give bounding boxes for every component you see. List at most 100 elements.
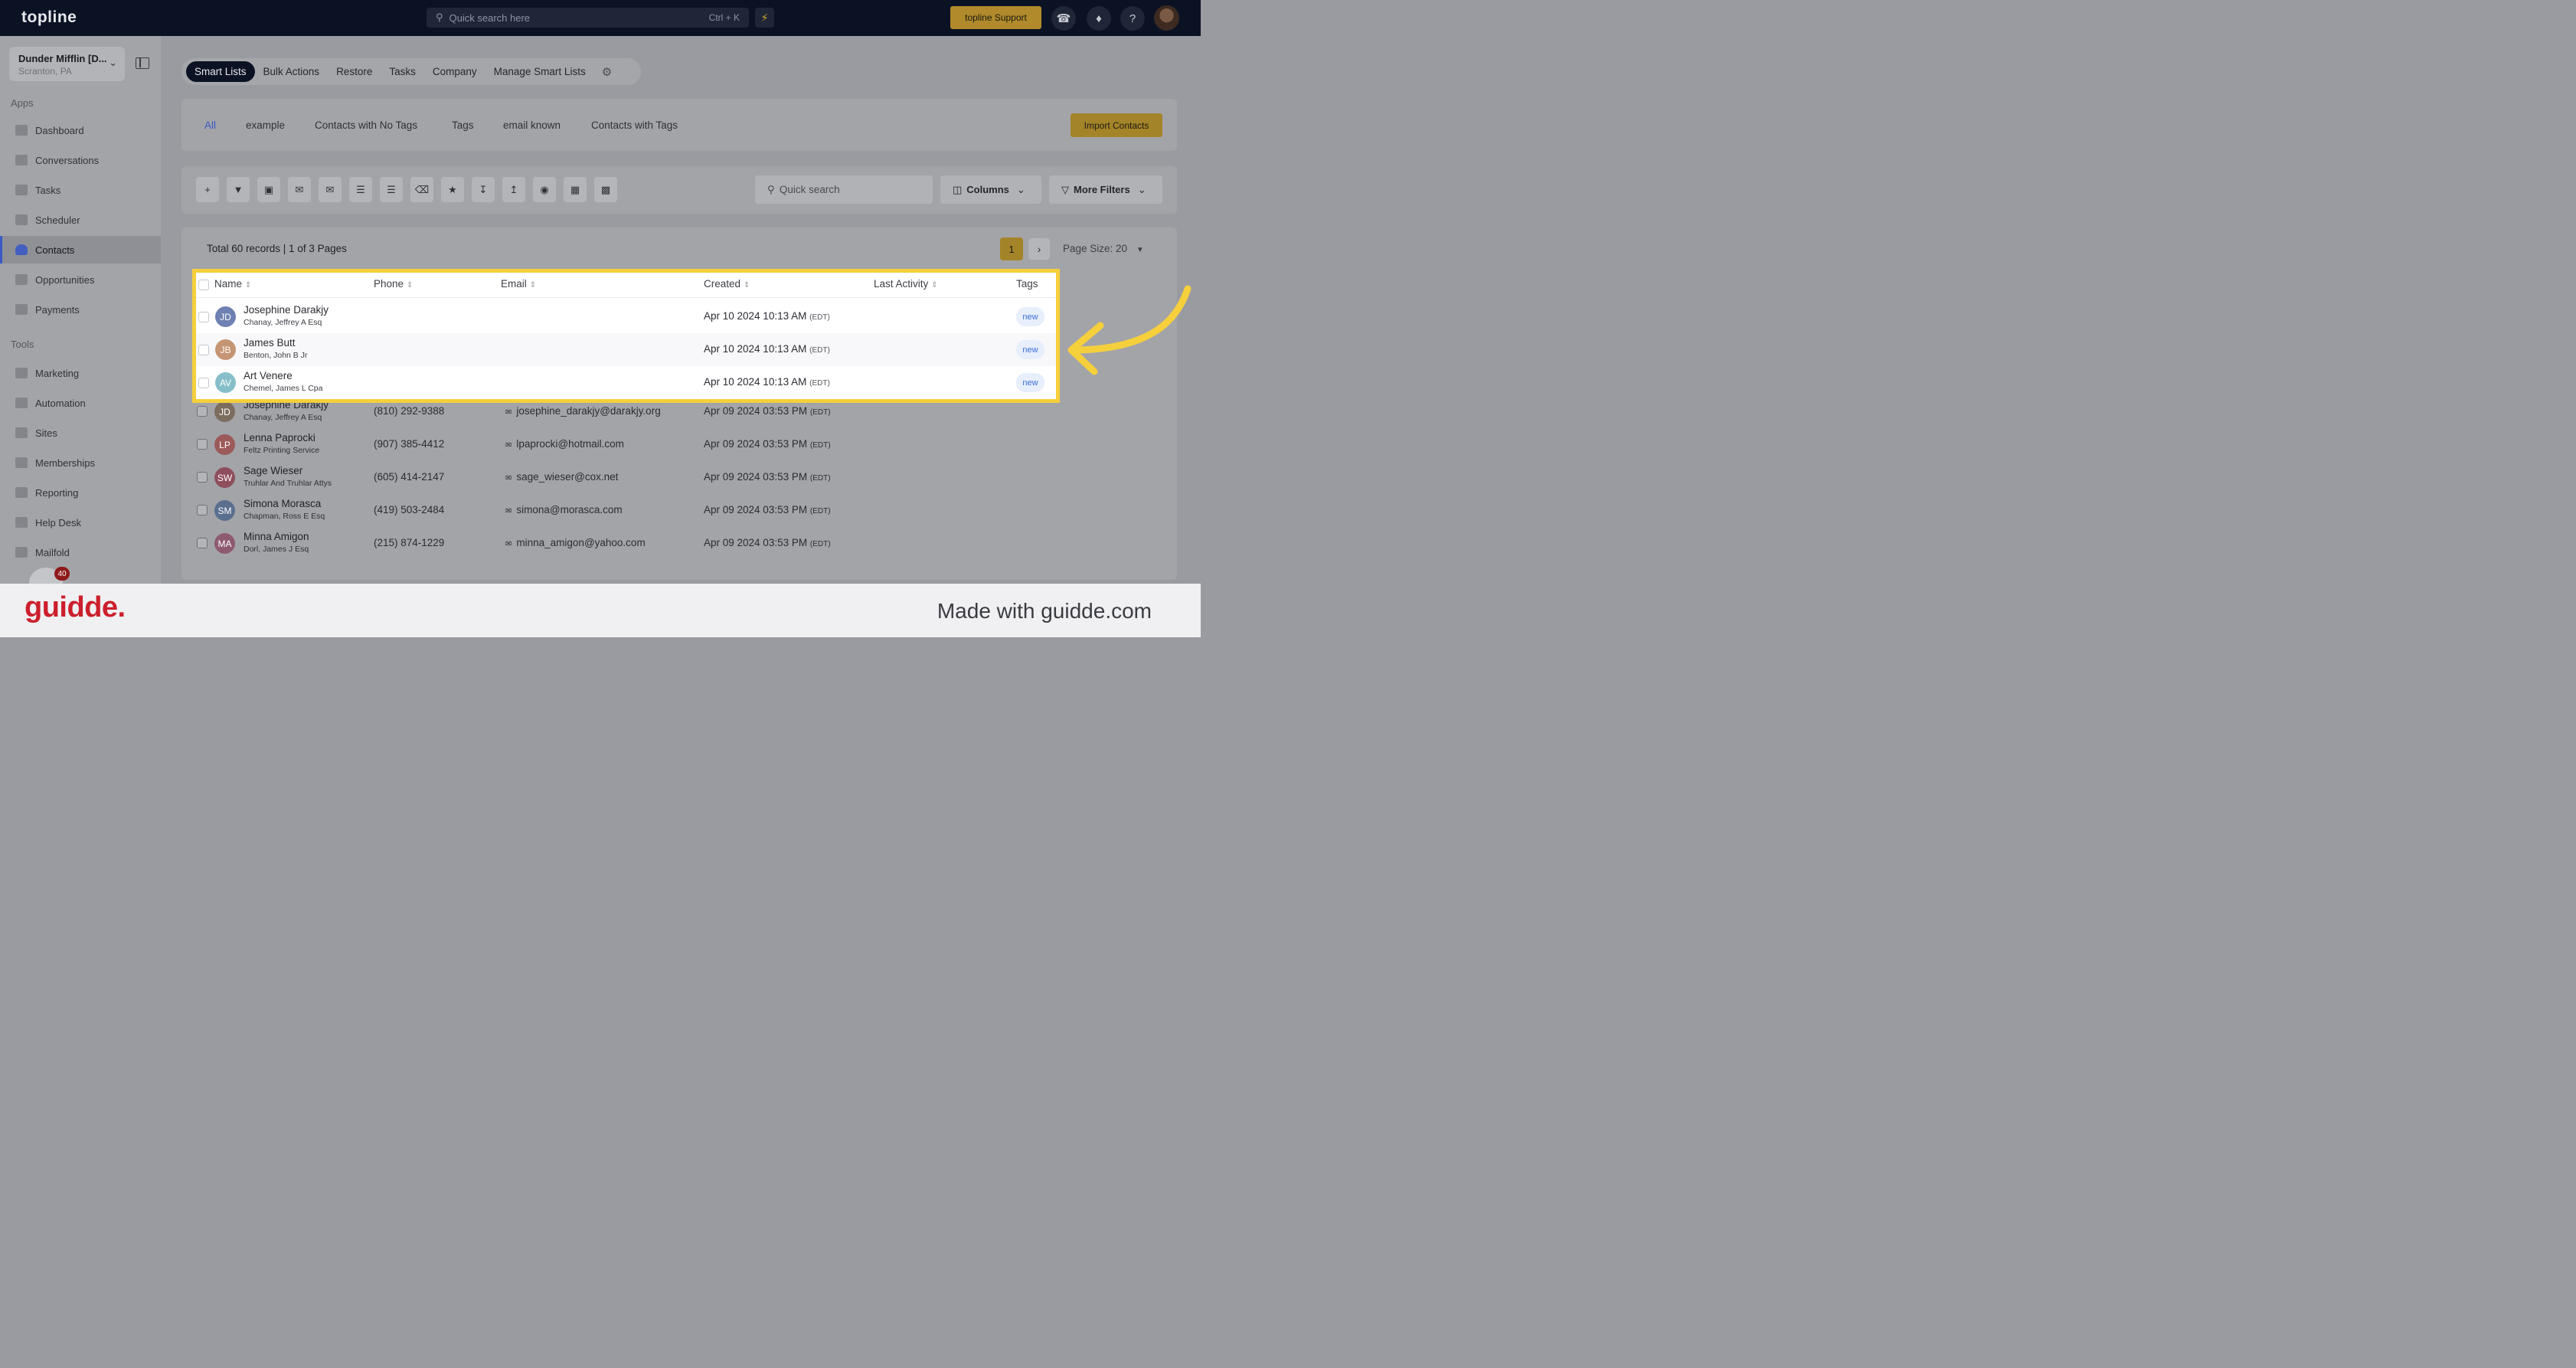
column-header-phone[interactable]: Phone ⇕ (374, 278, 413, 290)
next-page-icon[interactable]: › (1028, 238, 1050, 260)
smart-list-tab-example[interactable]: example (246, 119, 285, 131)
bell-icon[interactable]: ♦ (1087, 6, 1111, 31)
bolt-icon[interactable]: ⚡ (755, 8, 774, 28)
sidebar-item-memberships[interactable]: Memberships (0, 449, 161, 476)
select-all-checkbox[interactable] (198, 280, 209, 290)
tag-badge[interactable]: new (1016, 340, 1044, 359)
remove-tag-icon[interactable]: ☰ (380, 177, 403, 202)
tab-company[interactable]: Company (424, 61, 485, 82)
sidebar-item-contacts[interactable]: Contacts (0, 236, 161, 263)
sidebar-collapse-icon[interactable] (136, 57, 149, 69)
tab-bulk-actions[interactable]: Bulk Actions (255, 61, 329, 82)
import-contacts-button[interactable]: Import Contacts (1071, 113, 1162, 137)
chat-icon (15, 155, 28, 165)
tab-smart-lists[interactable]: Smart Lists (186, 61, 255, 82)
tab-restore[interactable]: Restore (328, 61, 381, 82)
tools-section-label: Tools (11, 339, 34, 350)
row-checkbox[interactable] (198, 345, 209, 355)
table-row[interactable]: JB James Butt Benton, John B Jr Apr 10 2… (196, 333, 1056, 366)
sidebar-item-opportunities[interactable]: Opportunities (0, 266, 161, 293)
sidebar-item-reporting[interactable]: Reporting (0, 479, 161, 506)
contact-name[interactable]: Josephine Darakjy (244, 304, 329, 316)
table-header: Name ⇕ Phone ⇕ Email ⇕ Created ⇕ Last Activi… (196, 273, 1056, 298)
columns-button[interactable]: ◫ Columns ⌄ (940, 175, 1041, 204)
sidebar-item-scheduler[interactable]: Scheduler (0, 206, 161, 234)
sidebar-item-mailfold[interactable]: Mailfold (0, 538, 161, 566)
more-filters-button[interactable]: ▽ More Filters ⌄ (1049, 175, 1162, 204)
merge-icon[interactable]: ▩ (594, 177, 617, 202)
app-logo[interactable]: topline (21, 8, 77, 27)
filter-icon[interactable]: ▼ (227, 177, 250, 202)
contact-company: Chemel, James L Cpa (244, 384, 323, 393)
star-icon[interactable]: ★ (441, 177, 464, 202)
chevron-down-icon: ⌄ (109, 57, 117, 68)
export-icon[interactable]: ↥ (502, 177, 525, 202)
page-1-button[interactable]: 1 (1000, 237, 1023, 260)
column-header-name[interactable]: Name ⇕ (214, 278, 251, 290)
row-checkbox[interactable] (198, 378, 209, 388)
contact-created: Apr 09 2024 03:53 PM (EDT) (704, 405, 831, 417)
smart-list-tab-all[interactable]: All (204, 119, 216, 131)
delete-icon[interactable]: ⌫ (410, 177, 433, 202)
contact-name[interactable]: James Butt (244, 337, 296, 349)
tab-manage-smart-lists[interactable]: Manage Smart Lists (485, 61, 594, 82)
import-icon[interactable]: ↧ (472, 177, 495, 202)
add-contact-icon[interactable]: + (196, 177, 219, 202)
row-checkbox[interactable] (198, 312, 209, 322)
sort-icon: ⇕ (245, 281, 252, 290)
page-size-select[interactable]: Page Size: 20 ▼ (1063, 243, 1144, 254)
table-row[interactable]: MA Minna Amigon Dorl, James J Esq (215) … (181, 527, 1177, 560)
tag-badge[interactable]: new (1016, 307, 1044, 326)
contact-name[interactable]: Minna Amigon (244, 531, 309, 542)
add-tag-icon[interactable]: ☰ (349, 177, 372, 202)
column-header-last-activity[interactable]: Last Activity ⇕ (874, 278, 938, 290)
contacts-search-input[interactable]: ⚲ Quick search (755, 175, 933, 204)
global-search-input[interactable]: ⚲ Quick search here Ctrl + K (427, 8, 749, 28)
row-checkbox[interactable] (197, 406, 208, 417)
review-icon[interactable]: ◉ (533, 177, 556, 202)
sidebar-item-automation[interactable]: Automation (0, 389, 161, 417)
sidebar-item-conversations[interactable]: Conversations (0, 146, 161, 174)
row-checkbox[interactable] (197, 538, 208, 548)
contact-name[interactable]: Lenna Paprocki (244, 432, 315, 443)
sms-icon[interactable]: ✉ (288, 177, 311, 202)
sort-icon: ⇕ (931, 281, 938, 290)
smart-list-tab-email-known[interactable]: email known (503, 119, 561, 131)
sidebar-item-dashboard[interactable]: Dashboard (0, 116, 161, 144)
user-avatar[interactable] (1154, 5, 1179, 31)
smart-list-tab-tags[interactable]: Tags (452, 119, 474, 131)
company-icon[interactable]: ▦ (564, 177, 587, 202)
workflow-icon[interactable]: ▣ (257, 177, 280, 202)
contact-created: Apr 09 2024 03:53 PM (EDT) (704, 504, 831, 515)
gear-icon[interactable]: ⚙ (602, 65, 612, 79)
column-header-created[interactable]: Created ⇕ (704, 278, 750, 290)
table-row[interactable]: SM Simona Morasca Chapman, Ross E Esq (4… (181, 494, 1177, 527)
contact-name[interactable]: Art Venere (244, 370, 293, 381)
support-button[interactable]: topline Support (950, 6, 1041, 29)
table-row[interactable]: AV Art Venere Chemel, James L Cpa Apr 10… (196, 366, 1056, 399)
contact-name[interactable]: Sage Wieser (244, 465, 302, 476)
smart-list-tab-no-tags[interactable]: Contacts with No Tags (315, 119, 417, 131)
contact-name[interactable]: Simona Morasca (244, 498, 321, 509)
column-header-email[interactable]: Email ⇕ (501, 278, 536, 290)
account-switcher[interactable]: Dunder Mifflin [D... Scranton, PA ⌄ (9, 47, 125, 81)
help-icon[interactable]: ? (1120, 6, 1145, 31)
sidebar-item-tasks[interactable]: Tasks (0, 176, 161, 204)
row-checkbox[interactable] (197, 472, 208, 483)
smart-list-tab-with-tags[interactable]: Contacts with Tags (591, 119, 678, 131)
table-row[interactable]: LP Lenna Paprocki Feltz Printing Service… (181, 428, 1177, 461)
sidebar-item-marketing[interactable]: Marketing (0, 359, 161, 387)
table-row[interactable]: SW Sage Wieser Truhlar And Truhlar Attys… (181, 461, 1177, 494)
sidebar-item-payments[interactable]: Payments (0, 296, 161, 323)
sidebar-item-help-desk[interactable]: Help Desk (0, 509, 161, 536)
sidebar-item-sites[interactable]: Sites (0, 419, 161, 447)
table-row[interactable]: JD Josephine Darakjy Chanay, Jeffrey A E… (196, 300, 1056, 333)
tab-tasks[interactable]: Tasks (381, 61, 424, 82)
contact-created: Apr 09 2024 03:53 PM (EDT) (704, 537, 831, 548)
row-checkbox[interactable] (197, 439, 208, 450)
tag-badge[interactable]: new (1016, 373, 1044, 392)
row-checkbox[interactable] (197, 505, 208, 515)
global-search-placeholder: Quick search here (449, 11, 531, 24)
phone-icon[interactable]: ☎ (1051, 6, 1076, 31)
email-icon[interactable]: ✉ (319, 177, 342, 202)
